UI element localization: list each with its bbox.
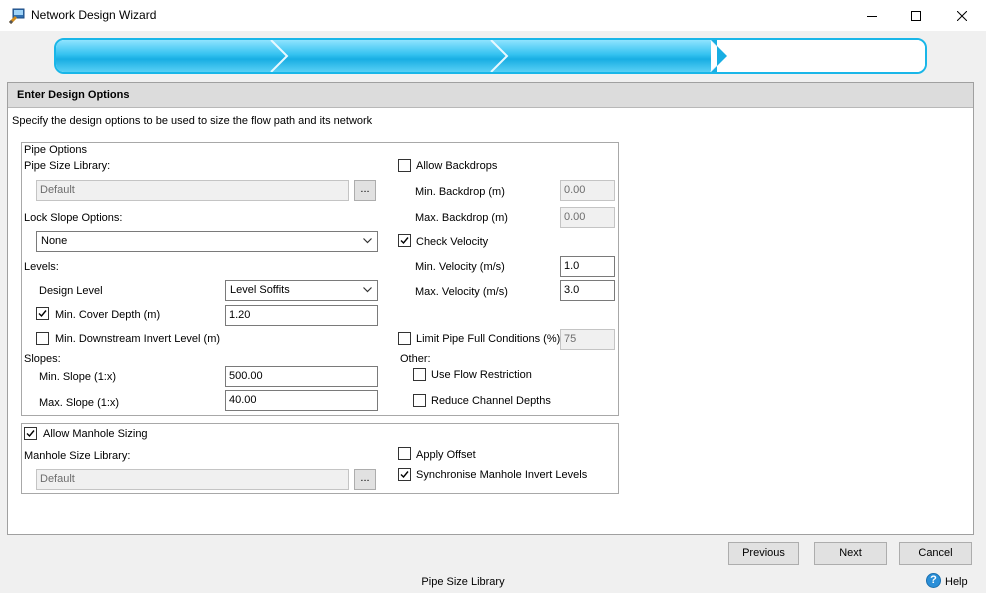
reduce-channel-depths-label: Reduce Channel Depths	[431, 395, 551, 407]
panel-title: Enter Design Options	[17, 89, 130, 101]
design-level-label: Design Level	[39, 285, 103, 297]
max-backdrop-input[interactable]: 0.00	[560, 207, 615, 228]
min-downstream-invert-label: Min. Downstream Invert Level (m)	[55, 333, 221, 345]
checkmark-icon	[26, 430, 35, 438]
window-title: Network Design Wizard	[31, 8, 157, 22]
slopes-label: Slopes:	[24, 353, 61, 365]
chevron-down-icon	[363, 287, 372, 293]
min-slope-input[interactable]: 500.00	[225, 366, 378, 387]
manhole-size-library-label: Manhole Size Library:	[24, 450, 131, 462]
close-icon	[957, 10, 967, 21]
limit-pipe-full-label: Limit Pipe Full Conditions (%)	[416, 333, 561, 345]
min-slope-label: Min. Slope (1:x)	[39, 371, 117, 383]
max-slope-label: Max. Slope (1:x)	[39, 397, 120, 409]
limit-pipe-full-checkbox[interactable]	[398, 332, 411, 345]
max-backdrop-label: Max. Backdrop (m)	[415, 212, 508, 224]
min-backdrop-label: Min. Backdrop (m)	[415, 186, 505, 198]
design-level-dropdown[interactable]: Level Soffits	[225, 280, 378, 301]
check-velocity-label: Check Velocity	[416, 236, 489, 248]
app-icon	[8, 8, 25, 25]
next-button[interactable]: Next	[814, 542, 887, 565]
title-bar: Network Design Wizard	[0, 0, 986, 31]
manhole-size-library-browse-button[interactable]: ...	[354, 469, 376, 490]
manhole-size-library-field[interactable]: Default	[36, 469, 349, 490]
min-cover-depth-label: Min. Cover Depth (m)	[55, 309, 161, 321]
allow-backdrops-label: Allow Backdrops	[416, 160, 498, 172]
other-label: Other:	[400, 353, 431, 365]
min-cover-depth-input[interactable]: 1.20	[225, 305, 378, 326]
panel-header: Enter Design Options	[8, 83, 973, 108]
limit-pipe-full-input[interactable]: 75	[560, 329, 615, 350]
panel-description: Specify the design options to be used to…	[12, 115, 373, 127]
pipe-size-library-field[interactable]: Default	[36, 180, 349, 201]
min-cover-depth-checkbox[interactable]	[36, 307, 49, 320]
allow-manhole-sizing-label: Allow Manhole Sizing	[43, 428, 148, 440]
min-backdrop-input[interactable]: 0.00	[560, 180, 615, 201]
min-velocity-label: Min. Velocity (m/s)	[415, 261, 505, 273]
close-button[interactable]	[939, 0, 985, 31]
checkmark-icon	[400, 471, 409, 479]
use-flow-restriction-label: Use Flow Restriction	[431, 369, 532, 381]
progress-step-separators	[270, 40, 925, 72]
max-velocity-label: Max. Velocity (m/s)	[415, 286, 508, 298]
lock-slope-options-label: Lock Slope Options:	[24, 212, 123, 224]
levels-label: Levels:	[24, 261, 59, 273]
synchronise-manhole-invert-levels-label: Synchronise Manhole Invert Levels	[416, 469, 588, 481]
apply-offset-checkbox[interactable]	[398, 447, 411, 460]
status-text: Pipe Size Library	[421, 576, 505, 588]
checkmark-icon	[38, 310, 47, 318]
max-slope-input[interactable]: 40.00	[225, 390, 378, 411]
previous-button[interactable]: Previous	[728, 542, 799, 565]
help-icon[interactable]: ?	[926, 573, 941, 588]
maximize-button[interactable]	[893, 0, 939, 31]
min-downstream-invert-checkbox[interactable]	[36, 332, 49, 345]
lock-slope-options-value: None	[41, 235, 68, 247]
minimize-icon	[867, 15, 877, 17]
design-level-value: Level Soffits	[230, 284, 290, 296]
min-velocity-input[interactable]: 1.0	[560, 256, 615, 277]
minimize-button[interactable]	[849, 0, 895, 31]
allow-backdrops-checkbox[interactable]	[398, 159, 411, 172]
lock-slope-options-dropdown[interactable]: None	[36, 231, 378, 252]
help-link[interactable]: Help	[945, 576, 968, 588]
check-velocity-checkbox[interactable]	[398, 234, 411, 247]
reduce-channel-depths-checkbox[interactable]	[413, 394, 426, 407]
apply-offset-label: Apply Offset	[416, 449, 476, 461]
use-flow-restriction-checkbox[interactable]	[413, 368, 426, 381]
wizard-progress-bar	[54, 38, 927, 74]
max-velocity-input[interactable]: 3.0	[560, 280, 615, 301]
allow-manhole-sizing-checkbox[interactable]	[24, 427, 37, 440]
cancel-button[interactable]: Cancel	[899, 542, 972, 565]
pipe-size-library-label: Pipe Size Library:	[24, 160, 111, 172]
pipe-size-library-browse-button[interactable]: ...	[354, 180, 376, 201]
synchronise-manhole-invert-levels-checkbox[interactable]	[398, 468, 411, 481]
checkmark-icon	[400, 237, 409, 245]
design-options-panel: Enter Design Options Specify the design …	[7, 82, 974, 535]
pipe-options-legend: Pipe Options	[24, 144, 87, 156]
chevron-down-icon	[363, 238, 372, 244]
maximize-icon	[911, 10, 921, 21]
